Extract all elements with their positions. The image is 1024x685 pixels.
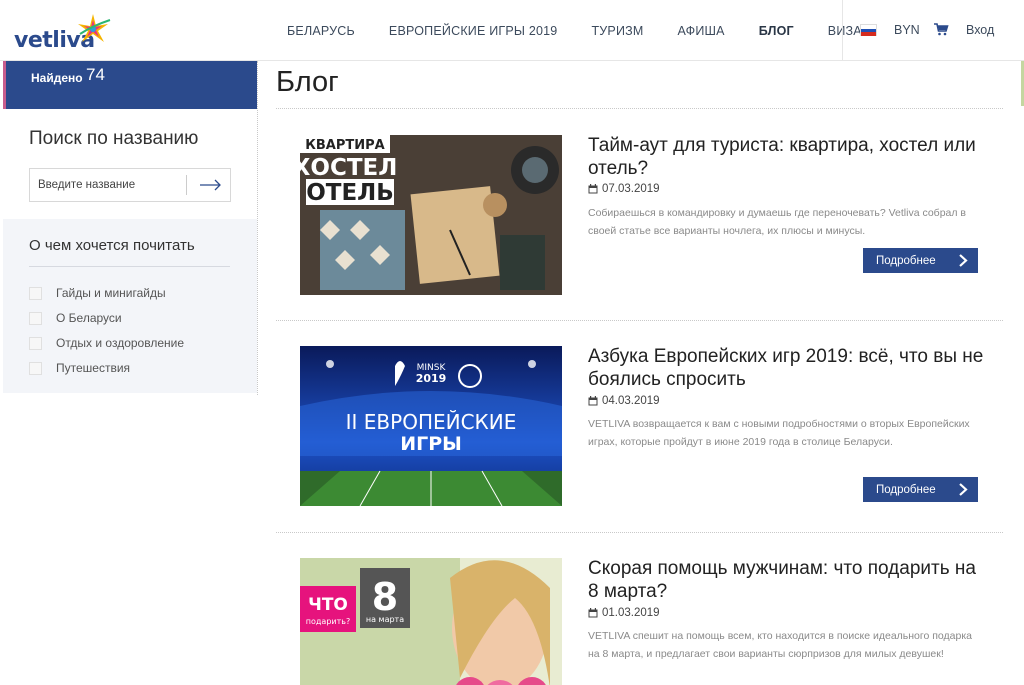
image-caption: ОТЕЛЬ [306,180,394,206]
image-caption: КВАРТИРА [305,138,384,153]
vetliva-logo[interactable]: vetliva [14,12,114,53]
post-excerpt: Собираешься в командировку и думаешь где… [588,207,966,237]
image-caption: подарить? [306,617,350,626]
nav-item-afisha[interactable]: Афиша [661,24,742,38]
post-title[interactable]: Тайм-аут для туриста: квартира, хостел и… [588,134,988,180]
image-caption: на марта [366,615,404,624]
divider [276,320,1003,321]
login-link[interactable]: Вход [966,23,994,37]
post-date: 04.03.2019 [588,395,660,407]
calendar-icon [588,184,598,194]
post-excerpt: VETLIVA возвращается к вам с новыми подр… [588,418,970,448]
results-count-box: Найдено 74 [3,61,257,109]
read-more-label: Подробнее [876,483,936,496]
post-title[interactable]: Азбука Европейских игр 2019: всё, что вы… [588,345,988,391]
russian-flag-icon[interactable] [860,24,877,36]
cart-icon[interactable] [933,21,949,37]
page-title: Блог [276,66,339,98]
image-caption: 8 [372,575,398,619]
image-caption: ЧТО [308,595,348,615]
post-image-european-games[interactable]: MINSK 2019 II ЕВРОПЕЙСКИЕ ИГРЫ [300,346,562,506]
sidebar-divider [257,61,258,395]
checkbox[interactable] [29,361,42,375]
site-header: vetliva Беларусь Европейские игры 2019 Т… [0,0,1024,61]
chevron-right-icon [959,254,968,267]
read-more-button[interactable]: Подробнее [863,248,978,273]
arrow-right-icon[interactable] [190,173,228,197]
nav-item-belarus[interactable]: Беларусь [270,24,372,38]
calendar-icon [588,608,598,618]
logo-star-icon [78,14,111,42]
category-travel[interactable]: Путешествия [29,361,130,375]
categories-title: О чем хочется почитать [29,237,195,254]
chevron-right-icon [959,483,968,496]
post-date: 01.03.2019 [588,607,660,619]
search-box [29,168,231,202]
read-more-label: Подробнее [876,254,936,267]
main-nav: Беларусь Европейские игры 2019 Туризм Аф… [270,0,879,61]
found-count: 74 [86,65,105,84]
nav-item-tourism[interactable]: Туризм [574,24,660,38]
search-title: Поиск по названию [29,128,199,149]
read-more-button[interactable]: Подробнее [863,477,978,502]
category-label: Гайды и минигайды [56,286,166,300]
post-image-accommodation[interactable]: КВАРТИРА ХОСТЕЛ ОТЕЛЬ [300,135,562,295]
category-label: Путешествия [56,361,131,375]
nav-divider [842,0,843,61]
post-image-march-8[interactable]: ЧТО подарить? 8 на марта [300,558,562,685]
post-date-text: 01.03.2019 [602,607,660,619]
divider [276,108,1003,109]
post-title[interactable]: Скорая помощь мужчинам: что подарить на … [588,557,988,603]
search-input[interactable] [30,169,186,201]
post-date: 07.03.2019 [588,183,660,195]
category-about-belarus[interactable]: О Беларуси [29,311,122,325]
currency-selector[interactable]: BYN [894,23,920,37]
category-rest-health[interactable]: Отдых и оздоровление [29,336,184,350]
image-caption: II ЕВРОПЕЙСКИЕ [346,410,517,434]
nav-item-european-games[interactable]: Европейские игры 2019 [372,24,575,38]
divider [276,532,1003,533]
category-label: О Беларуси [56,311,122,325]
category-guides[interactable]: Гайды и минигайды [29,286,166,300]
calendar-icon [588,396,598,406]
checkbox[interactable] [29,286,42,300]
categories-divider [29,266,230,267]
checkbox[interactable] [29,336,42,350]
categories-panel: О чем хочется почитать Гайды и минигайды… [3,219,257,393]
category-label: Отдых и оздоровление [56,336,185,350]
post-date-text: 07.03.2019 [602,183,660,195]
checkbox[interactable] [29,311,42,325]
image-caption: ХОСТЕЛ [300,155,397,181]
image-caption: ИГРЫ [400,433,462,455]
found-label: Найдено [31,71,83,85]
post-excerpt: VETLIVA спешит на помощь всем, кто наход… [588,630,973,660]
search-divider [186,175,187,195]
nav-item-blog[interactable]: Блог [742,24,811,38]
image-caption: 2019 [416,372,447,385]
post-date-text: 04.03.2019 [602,395,660,407]
